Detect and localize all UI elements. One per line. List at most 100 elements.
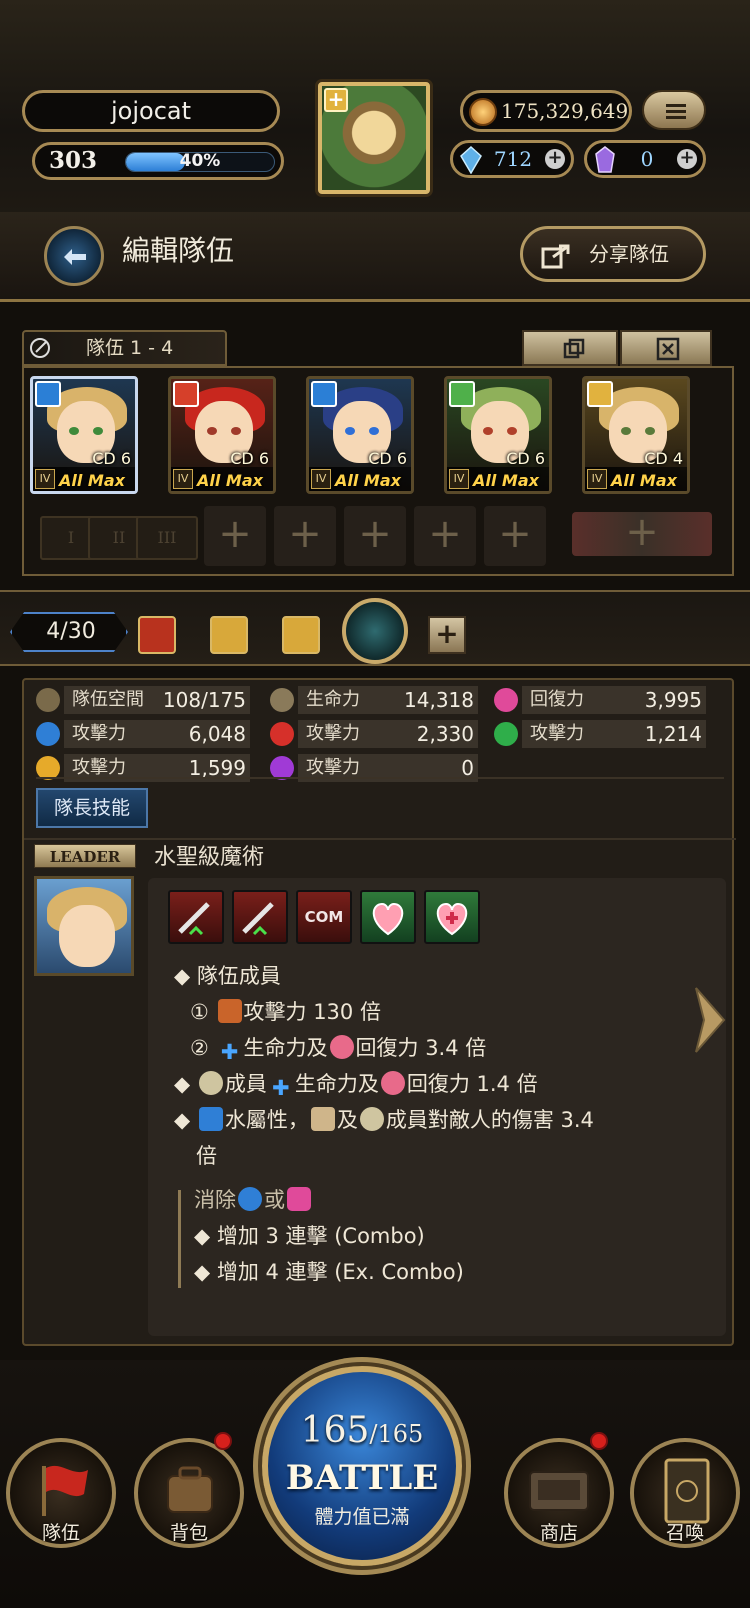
hp-icon [270,688,294,712]
team-cost: 4/30 [10,612,128,652]
stat-row: 攻擊力 6,048 [36,720,250,748]
human-race-icon [310,1107,335,1131]
divider [24,838,736,840]
combo-icon: COM [296,890,352,944]
card-rank: IV [311,469,331,489]
empty-slot-2[interactable]: + [274,506,336,566]
empty-slot-3[interactable]: + [344,506,406,566]
card-rank: IV [449,469,469,489]
team-member-card[interactable]: CD 4 IV All Max [582,376,690,494]
plus-icon: ✚ [272,1076,290,1100]
leader-tag: LEADER [34,844,136,868]
team-tab[interactable]: 隊伍 1 - 4 [22,330,227,366]
race-filter-icon[interactable] [282,616,320,654]
card-cooldown: CD 4 [644,449,683,468]
team-member-card[interactable]: CD 6 IV All Max [30,376,138,494]
stat-row: 回復力 3,995 [494,686,706,714]
empty-slot-5[interactable]: + [484,506,546,566]
character-eye [93,427,103,435]
exp-percent: 40% [179,151,221,171]
leader-card[interactable] [34,876,134,976]
share-team-label: 分享隊伍 [589,242,669,266]
team-panel: CD 6 IV All Max CD 6 IV All Max CD 6 IV All Max C… [22,366,734,576]
add-crystal-icon[interactable]: + [677,149,697,169]
battle-label: BATTLE [285,1458,439,1498]
empty-slot-4[interactable]: + [414,506,476,566]
stamina-value: 165/165 [268,1410,456,1451]
team-member-card[interactable]: CD 6 IV All Max [444,376,552,494]
notification-dot [214,1432,232,1450]
coin-amount: 175,329,649 [501,99,629,123]
condition-line: ◆ 增加 4 連擊 (Ex. Combo) [194,1260,464,1284]
bottom-navigation: 隊伍 背包 165/165 BATTLE 體力值已滿 商店 召喚 [0,1360,750,1608]
nav-team-label: 隊伍 [41,1522,80,1544]
team-space-icon [36,688,60,712]
crystal-display[interactable]: 0 + [584,140,706,178]
shop-icon [529,1471,589,1511]
card-status: All Max [335,471,401,490]
player-avatar[interactable]: + [318,82,430,194]
team-edit-icon [30,338,50,358]
share-team-button[interactable]: 分享隊伍 [520,226,706,282]
card-status: All Max [611,471,677,490]
condition-line: ◆ 增加 3 連擊 (Combo) [194,1224,425,1248]
leader-face [59,905,115,967]
card-status: All Max [59,471,125,490]
skill-line: ◆ 水屬性，及成員對敵人的傷害 3.4 [174,1107,594,1132]
attribute-icon [311,381,337,407]
chevron-right-icon[interactable] [690,980,730,1060]
heart-icon [360,890,416,944]
stat-value: 1,214 [644,722,702,746]
team-formation-icon[interactable] [342,598,408,664]
hamburger-icon [666,104,686,107]
add-filter-button[interactable]: + [428,616,466,654]
crystal-icon [595,146,615,173]
attribute-icon [587,381,613,407]
race-filter-icon[interactable] [138,616,176,654]
attribute-icon [173,381,199,407]
heal-icon [329,1035,354,1059]
diamond-amount: 712 [493,147,533,171]
card-status: All Max [197,471,263,490]
add-diamond-icon[interactable]: + [545,149,565,169]
heal-icon [380,1071,405,1095]
race-filter-icon[interactable] [210,616,248,654]
stamina-current: 165 [300,1410,370,1451]
back-button[interactable] [44,226,104,286]
clear-team-button[interactable] [620,330,712,366]
hamburger-line [666,116,686,119]
skill-line: ② ✚ 生命力及 回復力 3.4 倍 [190,1035,487,1064]
menu-button[interactable] [642,90,706,130]
tab-leader-skill[interactable]: 隊長技能 [36,788,148,828]
share-icon [541,244,570,269]
sub-slot-3[interactable]: III [136,516,198,560]
stat-value: 14,318 [404,688,474,712]
race-icon [217,999,242,1023]
rune-icon [359,1107,384,1131]
team-info-panel: 隊伍空間 108/175 生命力 14,318 回復力 3,995 攻擊力 6,048 攻擊力 2… [22,678,736,1346]
team-member-card[interactable]: CD 6 IV All Max [306,376,414,494]
card-cooldown: CD 6 [506,449,545,468]
team-cost-value: 4/30 [46,619,96,644]
card-cooldown: CD 6 [230,449,269,468]
water-icon [36,722,60,746]
coin-display: 175,329,649 [460,90,632,132]
condition-bar [178,1190,181,1288]
edit-team-bar: 編輯隊伍 分享隊伍 [0,212,750,302]
water-rune-icon [238,1187,262,1211]
copy-team-button[interactable] [522,330,618,366]
empty-slot-1[interactable]: + [204,506,266,566]
diamond-display[interactable]: 712 + [450,140,574,178]
battle-button[interactable]: 165/165 BATTLE 體力值已滿 [262,1366,462,1566]
plus-icon: ✚ [220,1040,239,1064]
heart-rune-icon [287,1187,311,1211]
stat-row: 生命力 14,318 [270,686,478,714]
top-header: jojocat 303 40% + 175,329,649 712 + 0 + [0,0,750,220]
team-cost-bar: 4/30 + [0,590,750,666]
team-member-card[interactable]: CD 6 IV All Max [168,376,276,494]
page-title: 編輯隊伍 [122,234,235,267]
attribute-icon [35,381,61,407]
player-name[interactable]: jojocat [22,90,280,132]
copy-icon [563,338,585,359]
add-support-slot[interactable]: + [572,512,712,556]
